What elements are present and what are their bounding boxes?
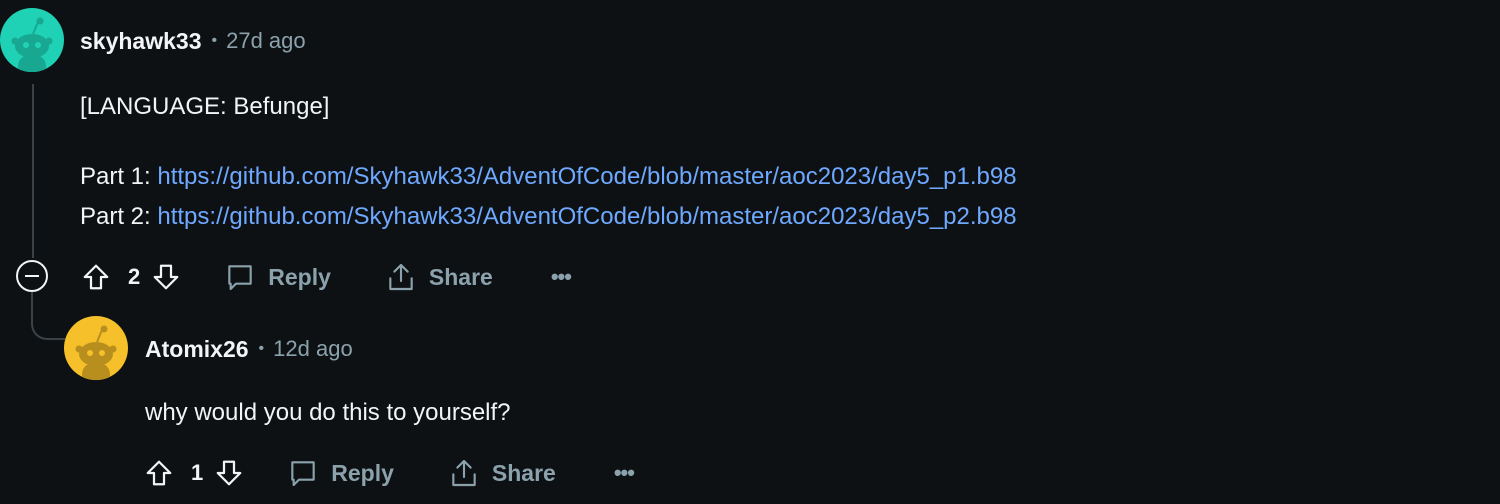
share-label: Share xyxy=(428,263,493,290)
minus-icon xyxy=(25,275,39,277)
vote-score: 1 xyxy=(191,460,204,485)
upvote-button[interactable] xyxy=(80,261,112,293)
comment-thread: skyhawk33 • 27d ago [LANGUAGE: Befunge] … xyxy=(0,0,1500,504)
reply-meta: Atomix26 • 12d ago xyxy=(145,334,353,364)
comment-body-part1: Part 1: https://github.com/Skyhawk33/Adv… xyxy=(80,157,1017,197)
share-icon xyxy=(389,263,413,291)
snoo-avatar-icon[interactable] xyxy=(64,316,128,380)
reply-author[interactable]: Atomix26 xyxy=(145,336,249,363)
reply-label: Reply xyxy=(331,459,394,486)
comment-meta: skyhawk33 • 27d ago xyxy=(80,26,306,56)
share-button[interactable]: Share xyxy=(385,257,493,297)
share-icon xyxy=(452,459,476,487)
collapse-thread-button[interactable] xyxy=(16,260,48,292)
downvote-button[interactable] xyxy=(150,261,182,293)
reply-button[interactable]: Reply xyxy=(224,257,331,297)
snoo-avatar-icon[interactable] xyxy=(0,8,64,72)
part2-link[interactable]: https://github.com/Skyhawk33/AdventOfCod… xyxy=(157,203,1016,230)
downvote-arrow-icon xyxy=(216,460,242,486)
vote-score: 2 xyxy=(128,264,141,289)
ellipsis-icon: ••• xyxy=(550,264,572,289)
upvote-arrow-icon xyxy=(146,460,172,486)
comment-action-bar: 2 Reply Share ••• xyxy=(80,257,572,297)
reply-action-bar: 1 Reply Share ••• xyxy=(143,453,635,493)
downvote-arrow-icon xyxy=(153,264,179,290)
reply-label: Reply xyxy=(268,263,331,290)
more-options-button[interactable]: ••• xyxy=(613,453,635,493)
part1-label: Part 1: xyxy=(80,163,158,190)
thread-line[interactable] xyxy=(32,84,34,258)
downvote-button[interactable] xyxy=(213,457,245,489)
comment-body-part2: Part 2: https://github.com/Skyhawk33/Adv… xyxy=(80,197,1017,237)
share-label: Share xyxy=(491,459,556,486)
meta-separator: • xyxy=(211,32,218,49)
comment-time[interactable]: 27d ago xyxy=(226,28,306,54)
meta-separator: • xyxy=(258,340,265,357)
upvote-button[interactable] xyxy=(143,457,175,489)
part1-link[interactable]: https://github.com/Skyhawk33/AdventOfCod… xyxy=(157,163,1016,190)
reply-button[interactable]: Reply xyxy=(287,453,394,493)
reply-time[interactable]: 12d ago xyxy=(273,336,353,362)
upvote-arrow-icon xyxy=(83,264,109,290)
part2-label: Part 2: xyxy=(80,203,158,230)
comment-bubble-icon xyxy=(228,265,252,291)
more-options-button[interactable]: ••• xyxy=(550,257,572,297)
reply-connector-line xyxy=(31,292,65,340)
comment-body-language: [LANGUAGE: Befunge] xyxy=(80,93,330,120)
reply-body: why would you do this to yourself? xyxy=(145,399,511,426)
comment-bubble-icon xyxy=(291,461,315,487)
ellipsis-icon: ••• xyxy=(613,460,635,485)
share-button[interactable]: Share xyxy=(448,453,556,493)
comment-author[interactable]: skyhawk33 xyxy=(80,28,201,55)
